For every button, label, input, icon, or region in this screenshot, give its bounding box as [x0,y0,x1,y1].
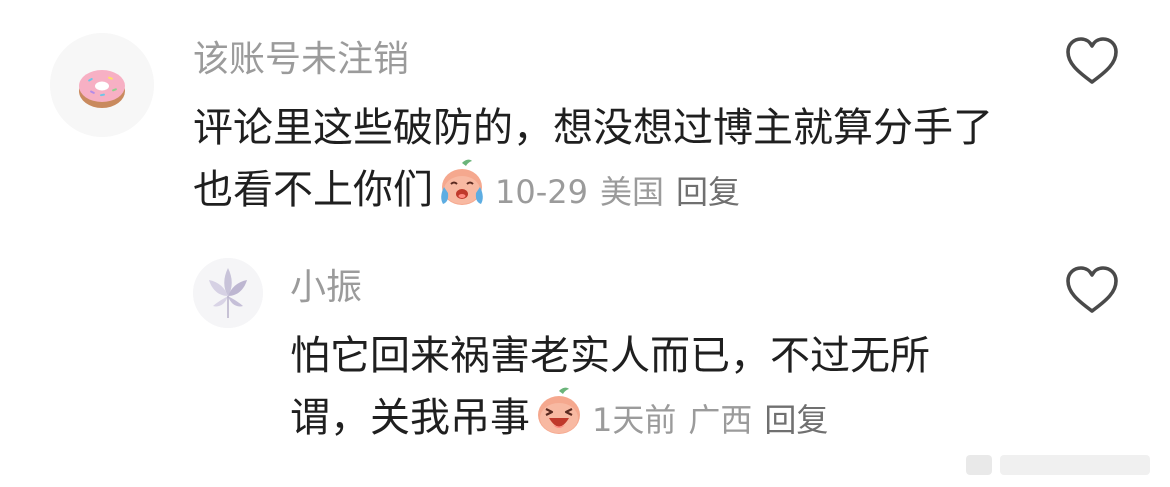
donut-icon [50,33,154,137]
flower-icon [193,258,263,328]
laughing-face-emoji [538,387,580,434]
comment-location: 美国 [599,173,664,211]
comment-meta: 10-29 美国 回复 [495,173,752,211]
reply-location: 广西 [688,401,753,439]
reply-button[interactable]: 回复 [764,401,828,439]
avatar[interactable] [50,33,154,137]
comment-username[interactable]: 该账号未注销 [193,38,409,82]
reply-text-block: 怕它回来祸害老实人而已，不过无所谓，关我吊事 1天前 广西 回复 [290,328,990,449]
reply-button[interactable]: 回复 [676,173,740,211]
watermark-graphic [966,455,1150,475]
heart-outline-icon[interactable] [1065,265,1119,315]
comment-text-block: 评论里这些破防的，想没想过博主就算分手了也看不上你们 10-29 美国 回复 [193,100,1023,221]
reply-meta: 1天前 广西 回复 [592,401,840,439]
reply-date: 1天前 [592,401,677,439]
heart-outline-icon[interactable] [1065,36,1119,86]
avatar[interactable] [193,258,263,328]
reply-username[interactable]: 小振 [290,266,362,310]
comment-date: 10-29 [495,173,588,211]
crying-face-emoji [441,159,483,205]
